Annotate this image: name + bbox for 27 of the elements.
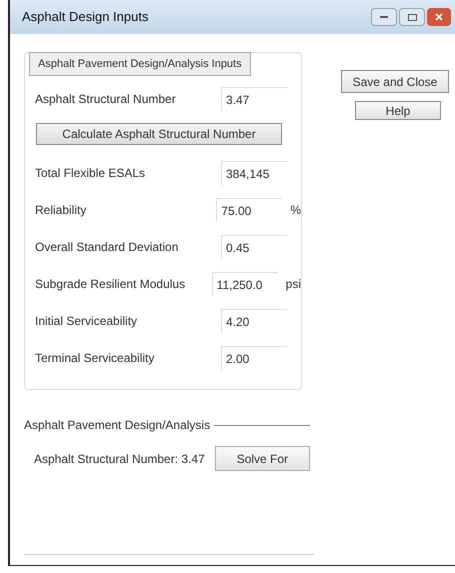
field-label: Initial Serviceability — [35, 313, 138, 330]
input-field[interactable]: 384,145 — [221, 161, 287, 185]
maximize-icon[interactable] — [399, 8, 425, 26]
field-label: Reliability — [35, 202, 88, 219]
field-label: Subgrade Resilient Modulus — [35, 276, 186, 293]
save-button[interactable]: Save and Close — [341, 70, 449, 93]
window-title: Asphalt Design Inputs — [22, 8, 150, 26]
minimize-icon[interactable] — [371, 8, 397, 26]
solve-button[interactable]: Solve For — [214, 446, 310, 471]
group-title: Asphalt Pavement Design/Analysis — [24, 417, 212, 434]
unit-label: psi — [286, 276, 301, 293]
calculate-button[interactable]: Calculate Asphalt Structural Number — [36, 123, 282, 145]
input-field[interactable]: 75.00 — [216, 198, 282, 222]
field-label: Terminal Serviceability — [35, 350, 156, 367]
field-label: Overall Standard Deviation — [35, 239, 180, 256]
input-field[interactable]: 3.47 — [221, 87, 287, 111]
input-field[interactable]: 11,250.0 — [212, 272, 278, 296]
field-label: Asphalt Structural Number — [35, 91, 177, 108]
input-field[interactable]: 2.00 — [221, 346, 287, 370]
help-button[interactable]: Help — [355, 101, 441, 120]
group-title: Asphalt Pavement Design/Analysis Inputs — [29, 52, 251, 76]
input-field[interactable]: 0.45 — [221, 235, 287, 259]
result-text: Asphalt Structural Number: 3.47 — [34, 450, 205, 468]
unit-label: % — [290, 202, 301, 219]
close-icon[interactable] — [427, 8, 451, 26]
input-field[interactable]: 4.20 — [221, 309, 287, 333]
field-label: Total Flexible ESALs — [35, 165, 146, 182]
